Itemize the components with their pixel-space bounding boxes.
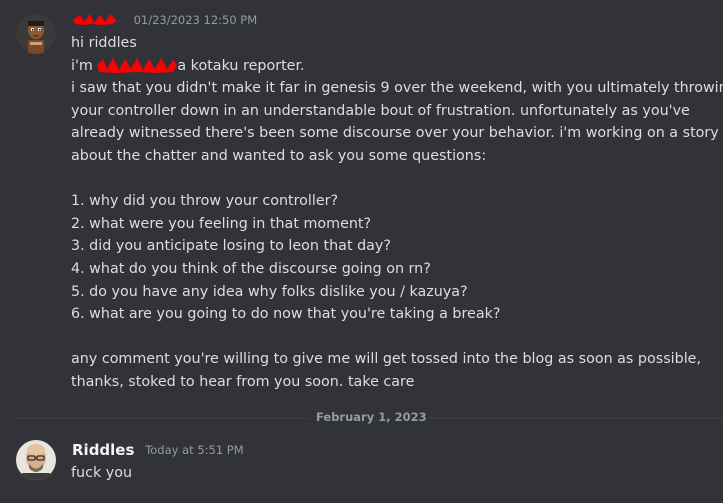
timestamp: Today at 5:51 PM <box>145 442 244 457</box>
divider-line <box>430 418 723 419</box>
chat-area: 01/23/2023 12:50 PM hi riddles i'm a kot… <box>0 0 723 503</box>
cartoon-character-avatar-icon <box>16 14 56 54</box>
message-header: 01/23/2023 12:50 PM <box>72 10 257 32</box>
message-line: hi riddles <box>71 35 137 51</box>
message-line: i'm a kotaku reporter. <box>71 55 711 78</box>
message-line: any comment you're willing to give me wi… <box>71 351 702 368</box>
message-header: Riddles Today at 5:51 PM <box>72 440 244 462</box>
message-line: fuck you <box>71 465 133 481</box>
message-line: already witnessed there's been some disc… <box>71 125 719 142</box>
message-line: 2. what were you feeling in that moment? <box>71 215 372 232</box>
message-line: i saw that you didn't make it far in gen… <box>71 80 723 97</box>
date-divider: February 1, 2023 <box>16 408 723 428</box>
bald-man-avatar-icon <box>16 440 56 480</box>
message-body: hi riddles i'm a kotaku reporter. i saw … <box>71 32 723 394</box>
line-text: i'm <box>71 57 98 74</box>
divider-line <box>16 418 308 419</box>
message-line: 3. did you anticipate losing to leon tha… <box>71 238 391 255</box>
timestamp: 01/23/2023 12:50 PM <box>133 12 258 27</box>
message-line: 4. what do you think of the discourse go… <box>71 260 431 277</box>
message-line: your controller down in an understandabl… <box>71 102 690 119</box>
username[interactable]: Riddles <box>72 441 134 459</box>
message-line: 6. what are you going to do now that you… <box>71 306 501 323</box>
message-line: 5. do you have any idea why folks dislik… <box>71 283 468 300</box>
message-line: 1. why did you throw your controller? <box>71 193 339 210</box>
line-text: a kotaku reporter. <box>177 57 305 74</box>
date-divider-label: February 1, 2023 <box>316 410 427 424</box>
redaction-scribble <box>97 56 178 73</box>
message-line: about the chatter and wanted to ask you … <box>71 147 487 164</box>
avatar[interactable] <box>16 14 56 54</box>
message-body: fuck you <box>71 462 711 485</box>
avatar[interactable] <box>16 440 56 480</box>
redacted-username[interactable] <box>72 12 118 25</box>
message-line: thanks, stoked to hear from you soon. ta… <box>71 373 415 390</box>
